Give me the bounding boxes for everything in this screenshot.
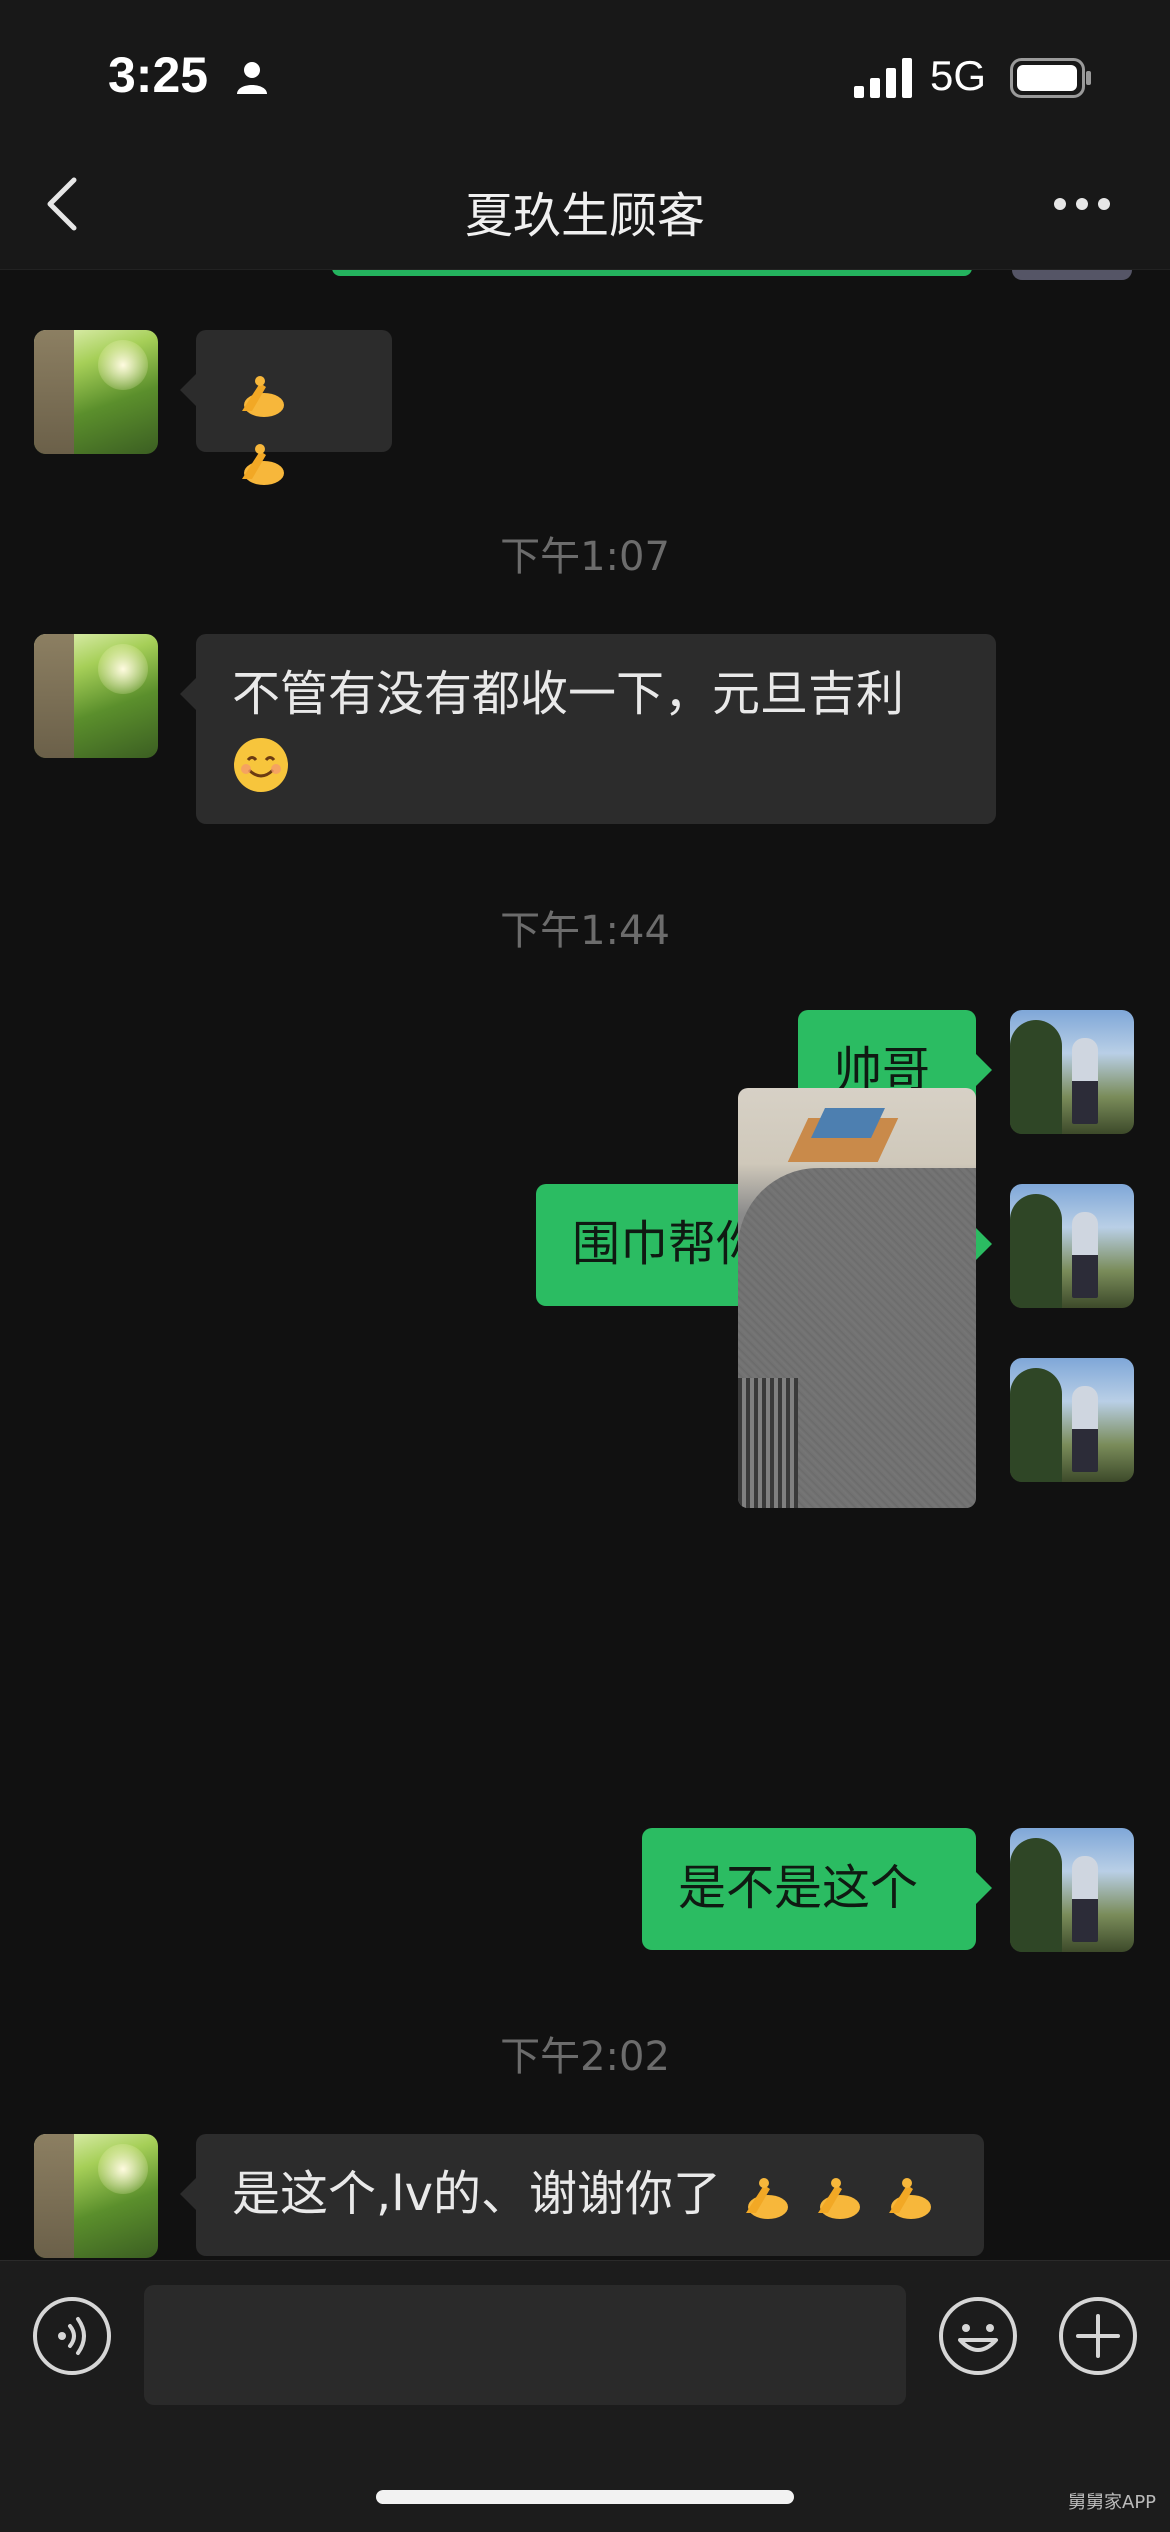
chat-area[interactable]: 下午1:07 不管有没有都收一下，元旦吉利 下午1:44 帅哥 围巾帮你找到了 … [0, 270, 1170, 2260]
my-avatar[interactable] [1010, 1828, 1134, 1952]
home-indicator [376, 2490, 794, 2504]
ok-hand-emoji [746, 2178, 789, 2219]
message-bubble-incoming[interactable]: 是这个,lv的、谢谢你了 [180, 2134, 984, 2256]
ok-hand-emoji [817, 2178, 860, 2219]
timestamp: 下午2:02 [500, 2034, 670, 2080]
more-icon[interactable] [1050, 194, 1114, 214]
plus-icon[interactable] [1058, 2296, 1138, 2376]
photo-message[interactable] [738, 1088, 976, 1508]
smiling-face-emoji [234, 738, 288, 792]
watermark: 舅舅家APP [1068, 2492, 1157, 2513]
message-input[interactable] [144, 2285, 906, 2405]
my-avatar[interactable] [1010, 1184, 1134, 1308]
timestamp: 下午1:44 [500, 908, 670, 954]
person-icon [237, 62, 267, 94]
message-text: 是这个,lv的、谢谢你了 [232, 2166, 722, 2222]
clipped-avatar [1012, 270, 1132, 280]
my-avatar[interactable] [1010, 1010, 1134, 1134]
ok-hand-emoji [888, 2178, 931, 2219]
photo-fringe [738, 1378, 798, 1508]
clipped-message-bubble [332, 270, 972, 276]
chat-title: 夏玖生顾客 [464, 188, 705, 244]
message-text: 是不是这个 [678, 1860, 919, 1916]
contact-avatar[interactable] [34, 2134, 158, 2258]
voice-icon[interactable] [32, 2296, 112, 2376]
network-label: 5G [930, 52, 987, 99]
emoji-icon[interactable] [938, 2296, 1018, 2376]
ok-hand-emoji [242, 376, 284, 417]
message-bubble-incoming[interactable]: 不管有没有都收一下，元旦吉利 [180, 634, 996, 824]
my-avatar[interactable] [1010, 1358, 1134, 1482]
message-bubble-incoming[interactable] [180, 330, 392, 485]
ok-hand-emoji [242, 444, 284, 485]
contact-avatar[interactable] [34, 634, 158, 758]
status-time: 3:25 [108, 47, 209, 103]
battery-icon [1010, 58, 1091, 98]
signal-icon [854, 58, 912, 98]
message-bubble-outgoing[interactable]: 是不是这个 [642, 1828, 992, 1950]
message-text: 不管有没有都收一下，元旦吉利 [232, 666, 905, 722]
contact-avatar[interactable] [34, 330, 158, 454]
timestamp: 下午1:07 [500, 534, 670, 580]
